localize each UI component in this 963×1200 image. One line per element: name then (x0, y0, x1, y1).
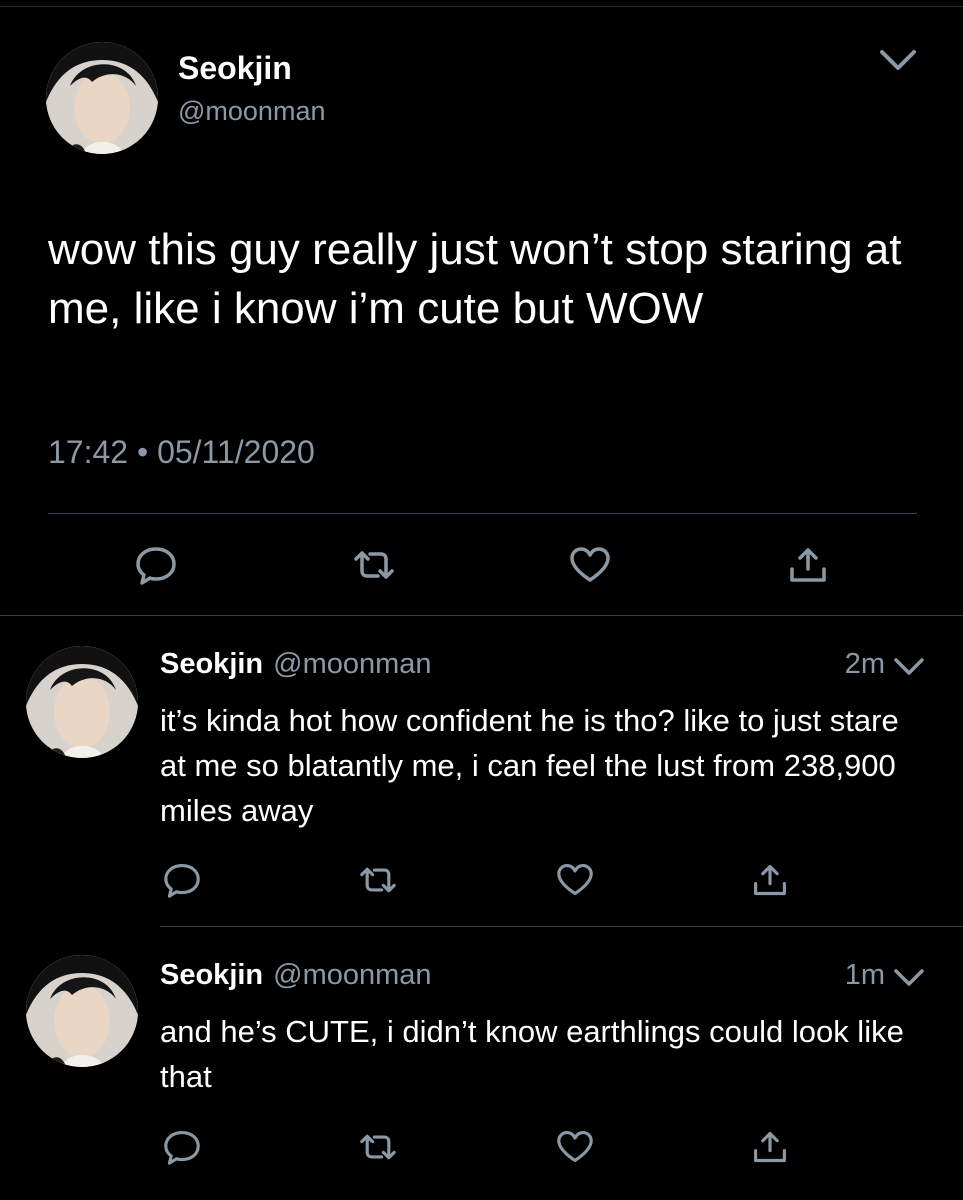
reply-text: and he’s CUTE, i didn’t know earthlings … (160, 1014, 904, 1094)
divider (48, 513, 917, 514)
share-icon[interactable] (786, 545, 830, 585)
retweet-icon[interactable] (358, 862, 398, 898)
handle[interactable]: @moonman (178, 96, 325, 127)
like-icon[interactable] (555, 1129, 595, 1165)
reply-age: 2m (844, 648, 885, 680)
like-icon[interactable] (555, 862, 595, 898)
reply-icon[interactable] (162, 1129, 202, 1165)
share-icon[interactable] (750, 862, 790, 898)
meta-dot: • (136, 434, 149, 470)
reply-text: it’s kinda hot how confident he is tho? … (160, 703, 899, 828)
reply-header: Seokjin @moonman (160, 648, 432, 681)
tweet-time: 17:42 (48, 434, 129, 470)
tweet-text: wow this guy really just won’t stop star… (48, 225, 902, 333)
retweet-icon[interactable] (358, 1129, 398, 1165)
reply-icon[interactable] (134, 545, 178, 585)
share-icon[interactable] (750, 1129, 790, 1165)
reply-age: 1m (844, 959, 885, 991)
handle[interactable]: @moonman (273, 959, 431, 991)
avatar[interactable] (26, 646, 138, 758)
chevron-down-icon[interactable] (876, 42, 920, 78)
retweet-icon[interactable] (352, 545, 396, 585)
reply-icon[interactable] (162, 862, 202, 898)
like-icon[interactable] (568, 545, 612, 585)
display-name[interactable]: Seokjin (160, 648, 263, 680)
display-name[interactable]: Seokjin (160, 959, 263, 991)
chevron-down-icon[interactable] (890, 652, 928, 682)
tweet-timestamp: 17:42 • 05/11/2020 (48, 434, 315, 471)
reply-tweet[interactable]: Seokjin @moonman 1m and he’s CUTE, i didn… (0, 927, 963, 1200)
tweet-date: 05/11/2020 (157, 434, 315, 470)
display-name[interactable]: Seokjin (178, 50, 292, 87)
chevron-down-icon[interactable] (890, 963, 928, 993)
reply-tweet[interactable]: Seokjin @moonman 2m it’s kinda hot how co… (0, 616, 963, 926)
reply-header: Seokjin @moonman (160, 959, 432, 992)
avatar[interactable] (26, 955, 138, 1067)
main-tweet: Seokjin @moonman wow this guy really jus… (0, 0, 963, 616)
handle[interactable]: @moonman (273, 648, 431, 680)
avatar[interactable] (46, 42, 158, 154)
